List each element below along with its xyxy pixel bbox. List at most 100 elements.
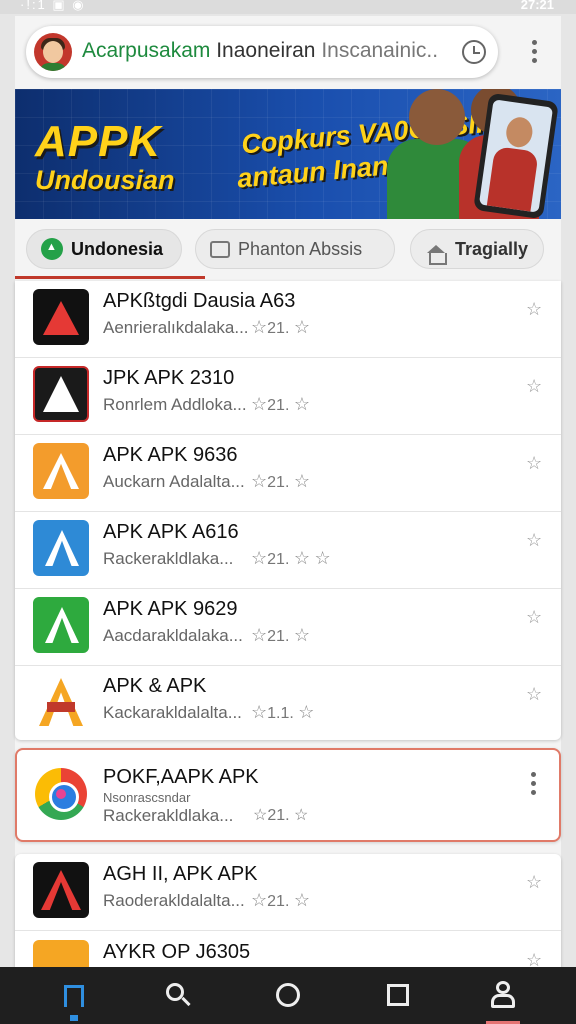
rating-star-icon: ☆: [251, 625, 268, 645]
favorite-star-icon[interactable]: ☆: [526, 684, 542, 705]
search-icon[interactable]: [164, 981, 194, 1011]
app-icon-black-red-a[interactable]: [33, 862, 89, 918]
app-developer: Nsonrascsndar: [103, 790, 191, 805]
app-rating: ☆21. ☆: [253, 807, 309, 824]
promo-banner[interactable]: APPK Undousian Copkurs VA0OOSII antaun I…: [15, 89, 561, 219]
favorite-star-icon[interactable]: ☆: [526, 299, 542, 320]
more-apps-list: AGH II, APK APK Raoderakldalalta... ☆21.…: [15, 854, 561, 974]
rating-star-icon: ☆: [293, 394, 310, 414]
tab-label: Tragially: [455, 238, 529, 259]
android-icon: [41, 238, 63, 260]
status-bar: ·!:1 ▣ ◉ 27:21: [0, 0, 576, 14]
app-subtitle: Raoderakldalalta...: [103, 891, 245, 910]
app-rating: ☆21. ☆: [251, 394, 310, 414]
rating-star-icon: ☆: [294, 807, 309, 824]
app-subtitle: Aenrieralıkdalaka...: [103, 318, 249, 337]
search-input[interactable]: Acarpusakam Inaoneiran Inscanainic..: [82, 39, 438, 63]
search-text-main: Inaoneiran: [210, 39, 322, 62]
rating-star-icon: ☆: [251, 317, 268, 337]
list-item[interactable]: APK & APK Kackarakldalalta... ☆1.1. ☆ ☆: [15, 666, 561, 743]
avatar[interactable]: [34, 33, 72, 71]
rating-star-icon: ☆: [251, 702, 268, 722]
app-rating: ☆21. ☆: [251, 317, 310, 337]
app-title: AGH II, APK APK: [103, 863, 258, 885]
app-subtitle: Auckarn Adalalta...: [103, 472, 245, 491]
home-icon: [427, 245, 447, 265]
rating-star-icon: ☆: [253, 807, 268, 824]
list-item[interactable]: APK APK A616 Rackerakldlaka... ☆21. ☆ ☆ …: [15, 512, 561, 589]
rating-star-icon: ☆: [251, 548, 268, 568]
more-menu-icon[interactable]: [522, 40, 546, 66]
status-time: 27:21: [520, 0, 554, 12]
list-item[interactable]: APKßtgdi Dausia A63 Aenrieralıkdalaka...…: [15, 281, 561, 358]
search-text-highlight: Acarpusakam: [82, 39, 211, 62]
tab-phanton-abssis[interactable]: Phanton Abssis: [195, 229, 395, 269]
history-clock-icon[interactable]: [462, 40, 486, 64]
rating-star-icon: ☆: [251, 890, 268, 910]
app-title: APKßtgdi Dausia A63: [103, 290, 296, 312]
app-list: APKßtgdi Dausia A63 Aenrieralıkdalaka...…: [15, 281, 561, 740]
list-item[interactable]: AGH II, APK APK Raoderakldalalta... ☆21.…: [15, 854, 561, 931]
app-rating: ☆1.1. ☆: [251, 702, 315, 722]
chrome-icon[interactable]: [35, 768, 87, 820]
bottom-nav-bar: [0, 967, 576, 1024]
rating-star-icon: ☆: [293, 317, 310, 337]
favorite-star-icon[interactable]: ☆: [526, 607, 542, 628]
more-menu-icon[interactable]: [529, 772, 539, 798]
active-tab-indicator: [15, 276, 205, 279]
search-bar[interactable]: Acarpusakam Inaoneiran Inscanainic..: [26, 26, 498, 78]
banner-subtitle: Undousian: [35, 165, 175, 195]
rating-star-icon: ☆: [293, 890, 310, 910]
search-text-tail: Inscanainic..: [321, 39, 439, 62]
app-title: APK APK 9629: [103, 598, 238, 620]
recents-icon[interactable]: [384, 981, 414, 1011]
list-item[interactable]: APK APK 9629 Aacdarakldalaka... ☆21. ☆ ☆: [15, 589, 561, 666]
app-title: APK & APK: [103, 675, 207, 697]
app-title: APK APK A616: [103, 521, 239, 543]
app-icon-green-a[interactable]: [33, 597, 89, 653]
app-subtitle: Kackarakldalalta...: [103, 703, 242, 722]
favorite-star-icon[interactable]: ☆: [526, 872, 542, 893]
rating-star-icon: ☆: [293, 625, 310, 645]
window-icon: [210, 240, 230, 258]
app-title: POKF,AAPK APK: [103, 766, 259, 788]
app-rating: ☆21. ☆: [251, 890, 310, 910]
app-subtitle: Aacdarakldalaka...: [103, 626, 243, 645]
app-subtitle: Rackerakldlaka...: [103, 806, 234, 825]
tab-undonesia[interactable]: Undonesia: [26, 229, 182, 269]
list-item[interactable]: APK APK 9636 Auckarn Adalalta... ☆21. ☆ …: [15, 435, 561, 512]
app-icon-dark-a[interactable]: [33, 366, 89, 422]
category-tabs: Undonesia Phanton Abssis Tragially: [15, 219, 561, 279]
phone-image: [473, 92, 559, 219]
app-title: JPK APK 2310: [103, 367, 235, 389]
app-icon-orange-a[interactable]: [33, 443, 89, 499]
rating-star-icon: ☆: [293, 548, 310, 568]
app-subtitle: Rackerakldlaka...: [103, 549, 234, 568]
list-item[interactable]: JPK APK 2310 Ronrlem Addloka... ☆21. ☆ ☆: [15, 358, 561, 435]
favorite-star-icon[interactable]: ☆: [526, 530, 542, 551]
tab-label: Phanton Abssis: [238, 238, 363, 259]
banner-people-image: [387, 89, 561, 219]
featured-app-card[interactable]: POKF,AAPK APK Nsonrascsndar Rackerakldla…: [15, 748, 561, 842]
favorite-star-icon[interactable]: ☆: [526, 453, 542, 474]
favorite-star-icon[interactable]: ☆: [526, 376, 542, 397]
rating-star-icon: ☆: [298, 702, 315, 722]
circle-home-icon[interactable]: [274, 981, 304, 1011]
rating-star-icon: ☆: [251, 394, 268, 414]
app-icon-yellow-a[interactable]: [33, 674, 89, 730]
app-subtitle: Ronrlem Addloka...: [103, 395, 247, 414]
app-title: AYKR OP J6305: [103, 941, 251, 963]
app-title: APK APK 9636: [103, 444, 238, 466]
app-icon-blue-a[interactable]: [33, 520, 89, 576]
rating-star-icon: ☆: [314, 548, 331, 568]
rating-star-icon: ☆: [251, 471, 268, 491]
tab-label: Undonesia: [71, 238, 164, 259]
home-icon[interactable]: [60, 981, 90, 1021]
status-icons: ·!:1 ▣ ◉: [20, 0, 86, 12]
app-rating: ☆21. ☆: [251, 625, 310, 645]
app-rating: ☆21. ☆ ☆: [251, 548, 331, 568]
account-icon[interactable]: [486, 981, 520, 1024]
banner-title: APPK: [35, 117, 162, 166]
tab-tragially[interactable]: Tragially: [410, 229, 544, 269]
app-icon-red-a[interactable]: [33, 289, 89, 345]
